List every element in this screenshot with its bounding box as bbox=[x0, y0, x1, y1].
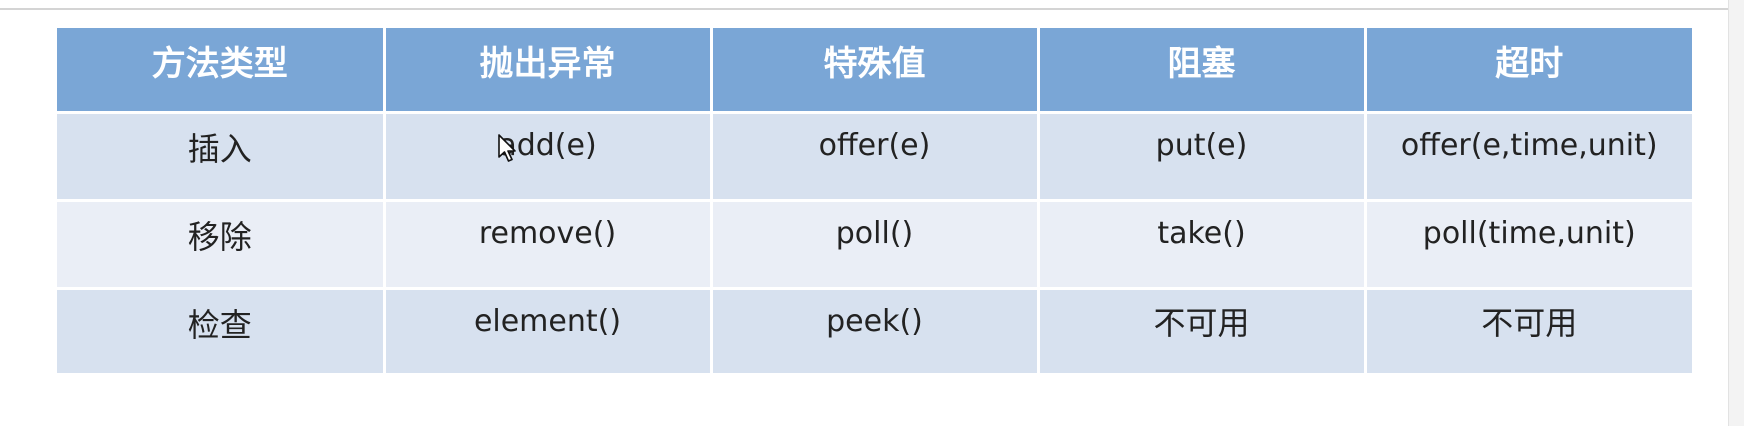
table-row: 移除 remove() poll() take() poll(time,unit… bbox=[57, 200, 1692, 290]
table-cell: 不可用 bbox=[1365, 288, 1692, 376]
table-cell: add(e) bbox=[384, 112, 713, 202]
queue-methods-table: 方法类型 抛出异常 特殊值 阻塞 超时 插入 add(e) offer(e) p… bbox=[57, 28, 1692, 376]
table-cell: put(e) bbox=[1038, 112, 1367, 202]
table-cell: poll(time,unit) bbox=[1365, 200, 1692, 290]
header-throws-exception: 抛出异常 bbox=[384, 28, 713, 114]
header-timeout: 超时 bbox=[1365, 28, 1692, 114]
mouse-pointer-icon bbox=[498, 134, 516, 162]
row-label: 插入 bbox=[57, 112, 386, 202]
table-row: 检查 element() peek() 不可用 不可用 bbox=[57, 288, 1692, 376]
row-label: 移除 bbox=[57, 200, 386, 290]
table-cell: poll() bbox=[711, 200, 1040, 290]
table-cell: 不可用 bbox=[1038, 288, 1367, 376]
top-divider bbox=[0, 8, 1744, 10]
table-row: 插入 add(e) offer(e) put(e) offer(e,time,u… bbox=[57, 112, 1692, 202]
table-cell: remove() bbox=[384, 200, 713, 290]
header-method-type: 方法类型 bbox=[57, 28, 386, 114]
row-label: 检查 bbox=[57, 288, 386, 376]
header-blocks: 阻塞 bbox=[1038, 28, 1367, 114]
table-cell: peek() bbox=[711, 288, 1040, 376]
table-cell: element() bbox=[384, 288, 713, 376]
table-header-row: 方法类型 抛出异常 特殊值 阻塞 超时 bbox=[57, 28, 1692, 114]
table-cell: offer(e) bbox=[711, 112, 1040, 202]
header-special-value: 特殊值 bbox=[711, 28, 1040, 114]
window-edge bbox=[1728, 0, 1744, 426]
table-cell: take() bbox=[1038, 200, 1367, 290]
table-cell: offer(e,time,unit) bbox=[1365, 112, 1692, 202]
